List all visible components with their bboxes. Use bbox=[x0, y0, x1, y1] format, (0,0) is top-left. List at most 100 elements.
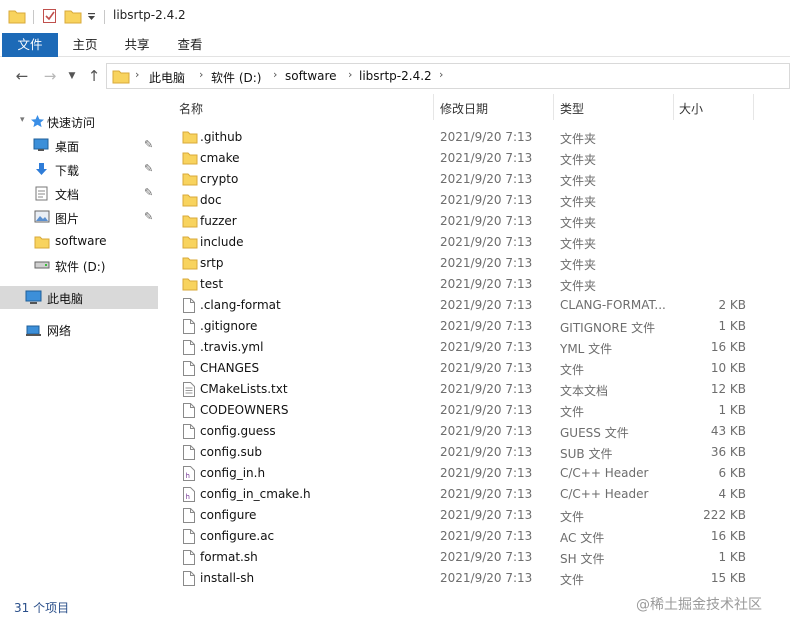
column-type[interactable]: 类型 bbox=[560, 100, 584, 117]
file-date: 2021/9/20 7:13 bbox=[440, 382, 533, 396]
sidebar-item-downloads[interactable]: 下载 ✎ bbox=[0, 158, 158, 181]
sort-ascending-icon: ⌃ bbox=[299, 94, 307, 99]
file-name: CODEOWNERS bbox=[200, 403, 289, 417]
file-date: 2021/9/20 7:13 bbox=[440, 319, 533, 333]
file-type: 文件夹 bbox=[560, 174, 597, 188]
pin-icon[interactable]: ✎ bbox=[144, 138, 153, 151]
sidebar-item-label: software bbox=[55, 234, 107, 248]
table-row[interactable]: config.sub 2021/9/20 7:13 SUB 文件 36 KB bbox=[160, 442, 790, 463]
table-row[interactable]: include 2021/9/20 7:13 文件夹 bbox=[160, 232, 790, 253]
breadcrumb-this-pc[interactable]: 此电脑 bbox=[149, 69, 185, 86]
sidebar-item-desktop[interactable]: 桌面 ✎ bbox=[0, 134, 158, 157]
table-row[interactable]: cmake 2021/9/20 7:13 文件夹 bbox=[160, 148, 790, 169]
customize-toolbar-icon[interactable] bbox=[87, 12, 96, 21]
file-date: 2021/9/20 7:13 bbox=[440, 151, 533, 165]
chevron-right-icon[interactable]: › bbox=[135, 68, 139, 81]
recent-locations-button[interactable]: ▼ bbox=[62, 66, 82, 86]
column-name[interactable]: 名称 bbox=[179, 100, 203, 117]
pin-icon[interactable]: ✎ bbox=[144, 186, 153, 199]
chevron-right-icon[interactable]: › bbox=[273, 68, 277, 81]
column-date[interactable]: 修改日期 bbox=[440, 100, 488, 117]
table-row[interactable]: format.sh 2021/9/20 7:13 SH 文件 1 KB bbox=[160, 547, 790, 568]
table-row[interactable]: CHANGES 2021/9/20 7:13 文件 10 KB bbox=[160, 358, 790, 379]
pin-icon[interactable]: ✎ bbox=[144, 162, 153, 175]
column-divider[interactable] bbox=[433, 94, 434, 120]
column-divider[interactable] bbox=[753, 94, 754, 120]
file-type: 文件夹 bbox=[560, 132, 597, 146]
file-name: srtp bbox=[200, 256, 224, 270]
file-size: 1 KB bbox=[718, 403, 746, 417]
sidebar-item-documents[interactable]: 文档 ✎ bbox=[0, 182, 158, 205]
sidebar-item-quick-access[interactable]: ▾ 快速访问 bbox=[0, 110, 158, 133]
table-row[interactable]: .gitignore 2021/9/20 7:13 GITIGNORE 文件 1 KB bbox=[160, 316, 790, 337]
table-row[interactable]: h config_in.h 2021/9/20 7:13 C/C++ Header 6 … bbox=[160, 463, 790, 484]
chevron-right-icon[interactable]: › bbox=[199, 68, 203, 81]
table-row[interactable]: h config_in_cmake.h 2021/9/20 7:13 C/C++ He… bbox=[160, 484, 790, 505]
column-size[interactable]: 大小 bbox=[679, 100, 703, 117]
chevron-right-icon[interactable]: › bbox=[439, 68, 443, 81]
folder-icon bbox=[182, 173, 198, 186]
column-divider[interactable] bbox=[673, 94, 674, 120]
file-date: 2021/9/20 7:13 bbox=[440, 277, 533, 291]
chevron-right-icon[interactable]: › bbox=[348, 68, 352, 81]
table-row[interactable]: srtp 2021/9/20 7:13 文件夹 bbox=[160, 253, 790, 274]
folder-icon bbox=[182, 257, 198, 270]
file-name: configure.ac bbox=[200, 529, 275, 543]
table-row[interactable]: fuzzer 2021/9/20 7:13 文件夹 bbox=[160, 211, 790, 232]
file-type: GUESS 文件 bbox=[560, 426, 629, 440]
table-row[interactable]: test 2021/9/20 7:13 文件夹 bbox=[160, 274, 790, 295]
file-list: ⌃ 名称 修改日期 类型 大小 .github 2021/9/20 7:13 文件夹… bbox=[160, 94, 790, 594]
file-name: fuzzer bbox=[200, 214, 237, 228]
address-input[interactable]: › 此电脑 › 软件 (D:) › software › libsrtp-2.4… bbox=[106, 63, 790, 89]
folder-icon bbox=[182, 194, 198, 207]
tab-share[interactable]: 共享 bbox=[112, 33, 162, 57]
star-icon bbox=[31, 115, 44, 128]
table-row[interactable]: .clang-format 2021/9/20 7:13 CLANG-FORMAT.… bbox=[160, 295, 790, 316]
svg-text:h: h bbox=[186, 493, 190, 501]
file-type: GITIGNORE 文件 bbox=[560, 321, 656, 335]
table-row[interactable]: crypto 2021/9/20 7:13 文件夹 bbox=[160, 169, 790, 190]
breadcrumb-current[interactable]: libsrtp-2.4.2 bbox=[359, 69, 432, 83]
sidebar-item-software[interactable]: software bbox=[0, 230, 158, 253]
file-type: 文件夹 bbox=[560, 258, 597, 272]
file-icon bbox=[183, 550, 195, 565]
table-row[interactable]: .github 2021/9/20 7:13 文件夹 bbox=[160, 127, 790, 148]
drive-icon bbox=[34, 261, 50, 269]
table-row[interactable]: CMakeLists.txt 2021/9/20 7:13 文本文档 12 KB bbox=[160, 379, 790, 400]
table-row[interactable]: doc 2021/9/20 7:13 文件夹 bbox=[160, 190, 790, 211]
file-date: 2021/9/20 7:13 bbox=[440, 403, 533, 417]
up-button[interactable]: ↑ bbox=[84, 66, 104, 86]
breadcrumb-software[interactable]: software bbox=[285, 69, 337, 83]
chevron-down-icon[interactable]: ▾ bbox=[20, 115, 25, 125]
properties-icon[interactable] bbox=[42, 8, 58, 24]
column-divider[interactable] bbox=[553, 94, 554, 120]
tab-home[interactable]: 主页 bbox=[60, 33, 110, 57]
tab-file[interactable]: 文件 bbox=[2, 33, 58, 57]
file-type: 文件夹 bbox=[560, 216, 597, 230]
file-icon bbox=[183, 319, 195, 334]
table-row[interactable]: configure 2021/9/20 7:13 文件 222 KB bbox=[160, 505, 790, 526]
sidebar-item-drive-d[interactable]: 软件 (D:) bbox=[0, 254, 158, 277]
sidebar-item-label: 快速访问 bbox=[47, 116, 96, 130]
table-row[interactable]: CODEOWNERS 2021/9/20 7:13 文件 1 KB bbox=[160, 400, 790, 421]
sidebar-item-pictures[interactable]: 图片 ✎ bbox=[0, 206, 158, 229]
file-name: crypto bbox=[200, 172, 239, 186]
file-icon bbox=[183, 403, 195, 418]
new-folder-icon[interactable] bbox=[64, 8, 82, 24]
breadcrumb-drive[interactable]: 软件 (D:) bbox=[211, 69, 261, 86]
sidebar-item-network[interactable]: 网络 bbox=[0, 318, 158, 341]
file-name: CHANGES bbox=[200, 361, 260, 375]
pin-icon[interactable]: ✎ bbox=[144, 210, 153, 223]
file-name: include bbox=[200, 235, 244, 249]
sidebar-item-label: 此电脑 bbox=[47, 292, 84, 306]
tab-view[interactable]: 查看 bbox=[165, 33, 215, 57]
table-row[interactable]: install-sh 2021/9/20 7:13 文件 15 KB bbox=[160, 568, 790, 589]
table-row[interactable]: .travis.yml 2021/9/20 7:13 YML 文件 16 KB bbox=[160, 337, 790, 358]
table-row[interactable]: configure.ac 2021/9/20 7:13 AC 文件 16 KB bbox=[160, 526, 790, 547]
column-header: ⌃ 名称 修改日期 类型 大小 bbox=[160, 94, 790, 120]
back-button[interactable]: ← bbox=[12, 66, 32, 86]
table-row[interactable]: config.guess 2021/9/20 7:13 GUESS 文件 43 KB bbox=[160, 421, 790, 442]
file-date: 2021/9/20 7:13 bbox=[440, 172, 533, 186]
sidebar-item-this-pc[interactable]: 此电脑 bbox=[0, 286, 158, 309]
forward-button[interactable]: → bbox=[40, 66, 60, 86]
